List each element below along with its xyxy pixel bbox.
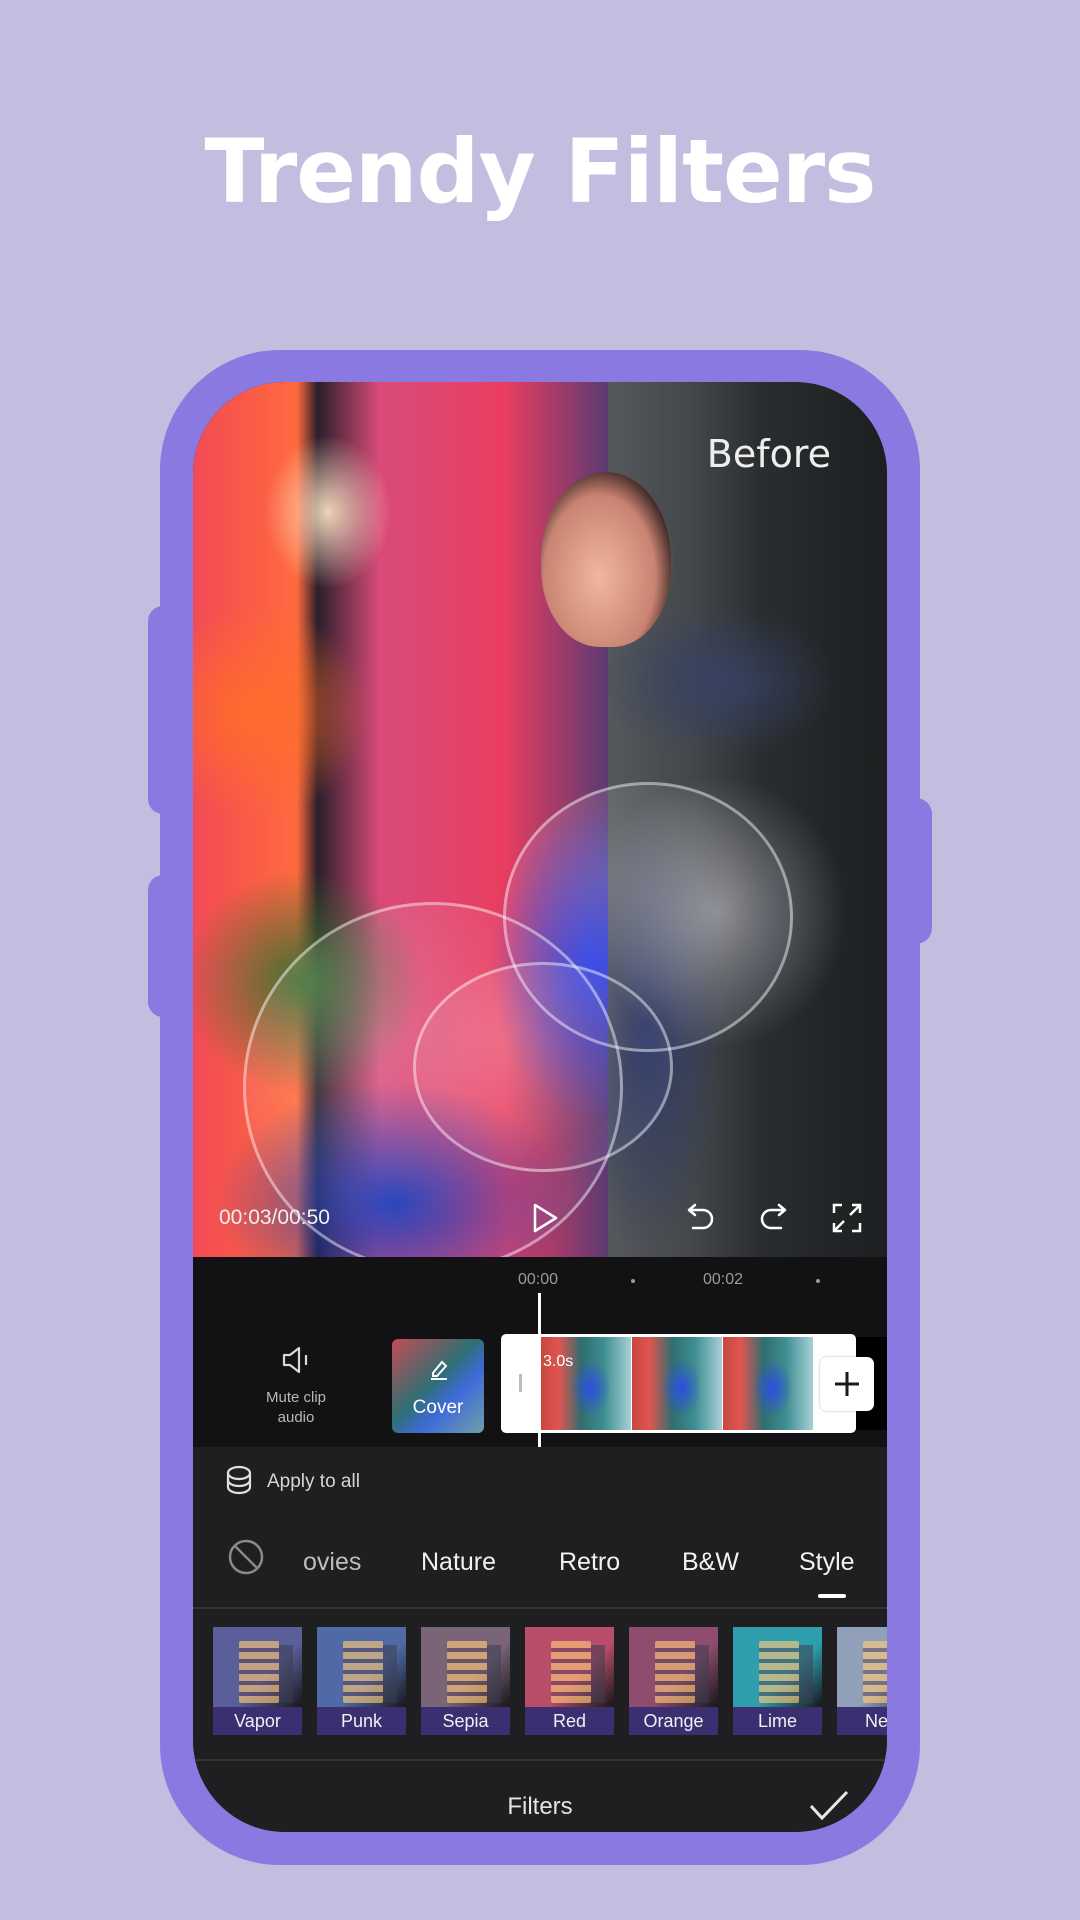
filter-label: Punk (317, 1707, 406, 1735)
subject-face (541, 472, 671, 647)
tab-style[interactable]: Style (799, 1548, 855, 1577)
video-clip[interactable] (501, 1334, 856, 1433)
filter-label: Vapor (213, 1707, 302, 1735)
filter-preview (213, 1627, 302, 1707)
bubble (413, 962, 673, 1172)
tab-movies[interactable]: ovies (303, 1548, 361, 1577)
filter-label: Orange (629, 1707, 718, 1735)
filter-item-punk[interactable]: Punk (317, 1627, 406, 1735)
pencil-icon (431, 1360, 448, 1380)
tab-retro[interactable]: Retro (559, 1548, 620, 1577)
mute-label: Mute clip audio (265, 1389, 327, 1426)
filter-preview (525, 1627, 614, 1707)
redo-icon (760, 1203, 787, 1230)
filter-list[interactable]: Vapor Punk Sepia Red Orange Lime Neo (213, 1627, 887, 1735)
filter-label: Red (525, 1707, 614, 1735)
vending-machine (799, 1645, 813, 1703)
fullscreen-icon (832, 1203, 862, 1233)
vending-machine (551, 1641, 591, 1703)
filter-label: Lime (733, 1707, 822, 1735)
redo-button[interactable] (757, 1202, 789, 1234)
filter-item-vapor[interactable]: Vapor (213, 1627, 302, 1735)
play-button[interactable] (530, 1202, 560, 1234)
ruler-tick (631, 1279, 635, 1283)
filter-category-tabs: ovies Nature Retro B&W Style (193, 1522, 887, 1600)
plus-icon (835, 1372, 859, 1396)
tab-nature[interactable]: Nature (421, 1548, 496, 1577)
vending-machine (447, 1641, 487, 1703)
undo-button[interactable] (685, 1202, 717, 1234)
speaker-icon (282, 1346, 308, 1374)
headline: Trendy Filters (204, 120, 876, 223)
vending-machine (863, 1641, 887, 1703)
play-icon (533, 1203, 558, 1233)
app-screen: Before 00:03/00:50 00:00 00:02 Mute clip… (193, 382, 887, 1832)
vending-machine (279, 1645, 293, 1703)
before-label: Before (706, 432, 831, 476)
no-filter-icon[interactable] (227, 1538, 265, 1576)
apply-to-all-label: Apply to all (267, 1471, 360, 1492)
filter-preview (421, 1627, 510, 1707)
add-clip-button[interactable] (820, 1357, 874, 1411)
vending-machine (383, 1645, 397, 1703)
clip-frame-thumb (632, 1337, 723, 1430)
ruler-label: 00:00 (518, 1271, 559, 1288)
timeline[interactable]: 00:00 00:02 Mute clip audio Cover 3.0s (193, 1257, 887, 1447)
vending-machine (239, 1641, 279, 1703)
filter-item-orange[interactable]: Orange (629, 1627, 718, 1735)
vending-machine (759, 1641, 799, 1703)
divider (193, 1607, 887, 1609)
tab-bw[interactable]: B&W (682, 1548, 739, 1577)
panel-title: Filters (507, 1793, 573, 1820)
filter-preview (837, 1627, 887, 1707)
checkmark-icon[interactable] (807, 1787, 851, 1823)
time-readout: 00:03/00:50 (219, 1206, 330, 1229)
vending-machine (655, 1641, 695, 1703)
filters-panel: Apply to all ovies Nature Retro B&W Styl… (193, 1447, 887, 1832)
clip-thumbnails (541, 1337, 814, 1430)
vending-machine (591, 1645, 605, 1703)
filter-label: Neo (837, 1707, 887, 1735)
filter-item-sepia[interactable]: Sepia (421, 1627, 510, 1735)
ruler-label: 00:02 (703, 1271, 744, 1288)
filter-label: Sepia (421, 1707, 510, 1735)
vending-machine (695, 1645, 709, 1703)
divider (193, 1759, 887, 1761)
undo-icon (687, 1203, 714, 1230)
clip-frame-thumb (723, 1337, 814, 1430)
filter-item-neo[interactable]: Neo (837, 1627, 887, 1735)
fullscreen-button[interactable] (831, 1202, 863, 1234)
clip-frame-thumb (541, 1337, 632, 1430)
trim-handle[interactable] (519, 1374, 522, 1392)
video-preview[interactable]: Before 00:03/00:50 (193, 382, 887, 1257)
layers-stack-icon (226, 1465, 252, 1495)
clip-duration: 3.0s (543, 1353, 574, 1370)
playhead[interactable] (538, 1293, 541, 1447)
filter-item-red[interactable]: Red (525, 1627, 614, 1735)
apply-to-all-button[interactable]: Apply to all (225, 1465, 360, 1499)
vending-machine (487, 1645, 501, 1703)
filter-preview (629, 1627, 718, 1707)
cover-button[interactable]: Cover (392, 1339, 484, 1433)
selected-tab-indicator (818, 1594, 846, 1598)
mute-clip-audio-button[interactable]: Mute clip audio (243, 1345, 349, 1428)
filter-preview (733, 1627, 822, 1707)
filter-preview (317, 1627, 406, 1707)
ruler-tick (816, 1279, 820, 1283)
cover-label: Cover (412, 1397, 464, 1418)
vending-machine (343, 1641, 383, 1703)
filter-item-lime[interactable]: Lime (733, 1627, 822, 1735)
